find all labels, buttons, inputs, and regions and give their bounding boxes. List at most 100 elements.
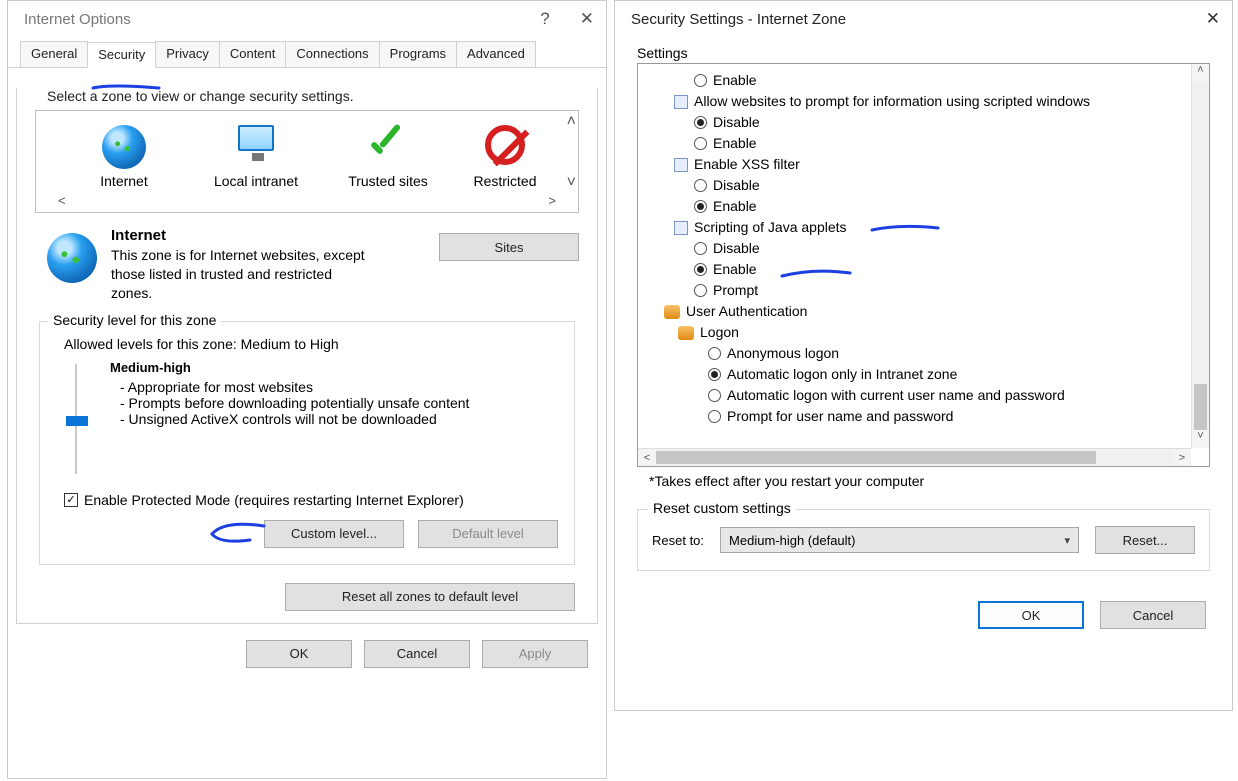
tab-security[interactable]: Security	[87, 42, 156, 68]
custom-level-button[interactable]: Custom level...	[264, 520, 404, 548]
radio-option[interactable]	[694, 200, 707, 213]
tree-row: Logon	[664, 322, 1187, 343]
group-legend: Security level for this zone	[48, 312, 221, 328]
tree-row: Enable XSS filter	[664, 154, 1187, 175]
tree-row[interactable]: Enable	[664, 70, 1187, 91]
dialog-footer: OK Cancel Apply	[8, 632, 606, 682]
sites-button[interactable]: Sites	[439, 233, 579, 261]
zone-restricted[interactable]: Restricted	[465, 125, 545, 189]
level-bullet: - Unsigned ActiveX controls will not be …	[120, 411, 469, 427]
settings-tree[interactable]: EnableAllow websites to prompt for infor…	[638, 64, 1191, 448]
zone-trusted-sites[interactable]: Trusted sites	[333, 125, 443, 189]
users-icon	[664, 305, 680, 319]
tab-content[interactable]: Content	[219, 41, 287, 67]
tree-row[interactable]: Enable	[664, 196, 1187, 217]
radio-option[interactable]	[708, 389, 721, 402]
security-level-group: Security level for this zone Allowed lev…	[39, 321, 575, 565]
tree-row[interactable]: Automatic logon only in Intranet zone	[664, 364, 1187, 385]
radio-label: Prompt for user name and password	[727, 406, 953, 427]
reset-all-zones-button[interactable]: Reset all zones to default level	[285, 583, 575, 611]
zone-internet[interactable]: Internet	[69, 125, 179, 189]
tree-row[interactable]: Enable	[664, 133, 1187, 154]
monitor-icon	[238, 125, 274, 151]
chevron-down-icon: ▾	[1064, 534, 1070, 547]
level-name: Medium-high	[110, 360, 469, 375]
globe-icon	[102, 125, 146, 169]
zone-local-intranet[interactable]: Local intranet	[201, 119, 311, 189]
dialog-title: Security Settings - Internet Zone	[631, 11, 846, 28]
scroll-down-icon[interactable]: ˅	[1192, 430, 1209, 448]
slider-thumb[interactable]	[66, 416, 88, 426]
radio-option[interactable]	[694, 137, 707, 150]
tree-row[interactable]: Automatic logon with current user name a…	[664, 385, 1187, 406]
setting-group-icon	[674, 158, 688, 172]
radio-option[interactable]	[694, 263, 707, 276]
titlebar: Security Settings - Internet Zone ✕	[615, 1, 1232, 37]
scrollbar-thumb[interactable]	[1194, 384, 1207, 430]
zone-description: This zone is for Internet websites, exce…	[111, 246, 371, 303]
security-level-slider[interactable]	[66, 364, 86, 474]
tab-connections[interactable]: Connections	[285, 41, 379, 67]
tree-row[interactable]: Prompt for user name and password	[664, 406, 1187, 427]
radio-label: Enable	[713, 196, 757, 217]
close-icon[interactable]: ✕	[580, 9, 594, 29]
cancel-button[interactable]: Cancel	[1100, 601, 1206, 629]
radio-label: Prompt	[713, 280, 758, 301]
tree-row: Scripting of Java applets	[664, 217, 1187, 238]
protected-mode-checkbox[interactable]: ✓	[64, 493, 78, 507]
reset-to-select[interactable]: Medium-high (default) ▾	[720, 527, 1079, 553]
ok-button[interactable]: OK	[978, 601, 1084, 629]
scroll-right-icon[interactable]: >	[1173, 449, 1191, 466]
tree-row[interactable]: Disable	[664, 112, 1187, 133]
ok-button[interactable]: OK	[246, 640, 352, 668]
scrollbar-thumb[interactable]	[656, 451, 1096, 464]
scroll-left-icon[interactable]: <	[638, 449, 656, 466]
zone-label: Trusted sites	[333, 173, 443, 189]
apply-button[interactable]: Apply	[482, 640, 588, 668]
tree-row[interactable]: Enable	[664, 259, 1187, 280]
zone-prompt: Select a zone to view or change security…	[47, 88, 579, 104]
scroll-left-icon[interactable]: <	[58, 193, 66, 208]
horizontal-scrollbar[interactable]: < >	[638, 448, 1191, 466]
help-icon[interactable]: ?	[540, 9, 549, 29]
radio-label: Enable	[713, 70, 757, 91]
scroll-up-icon[interactable]: ˄	[567, 115, 576, 129]
tab-programs[interactable]: Programs	[379, 41, 457, 67]
reset-button[interactable]: Reset...	[1095, 526, 1195, 554]
setting-group-label: Allow websites to prompt for information…	[694, 91, 1090, 112]
zone-name: Internet	[111, 227, 371, 244]
check-icon	[364, 125, 408, 169]
radio-option[interactable]	[694, 179, 707, 192]
setting-group-icon	[674, 95, 688, 109]
tree-row[interactable]: Prompt	[664, 280, 1187, 301]
tree-row[interactable]: Disable	[664, 175, 1187, 196]
radio-option[interactable]	[694, 284, 707, 297]
radio-option[interactable]	[708, 347, 721, 360]
tree-row[interactable]: Disable	[664, 238, 1187, 259]
radio-option[interactable]	[708, 410, 721, 423]
zone-selector: ˄ ˅ Internet Local intranet Trusted site…	[35, 110, 579, 213]
restricted-icon	[485, 125, 525, 165]
radio-label: Enable	[713, 259, 757, 280]
setting-group-label: Enable XSS filter	[694, 154, 800, 175]
radio-option[interactable]	[694, 74, 707, 87]
allowed-levels: Allowed levels for this zone: Medium to …	[64, 336, 558, 352]
vertical-scrollbar[interactable]: ˄ ˅	[1191, 64, 1209, 448]
default-level-button[interactable]: Default level	[418, 520, 558, 548]
titlebar: Internet Options ? ✕	[8, 1, 606, 37]
tree-row[interactable]: Anonymous logon	[664, 343, 1187, 364]
tab-body-security: Select a zone to view or change security…	[16, 88, 598, 624]
scroll-right-icon[interactable]: >	[548, 193, 556, 208]
scroll-up-icon[interactable]: ˄	[1192, 64, 1209, 82]
scroll-down-icon[interactable]: ˅	[567, 176, 576, 190]
radio-option[interactable]	[708, 368, 721, 381]
tab-privacy[interactable]: Privacy	[155, 41, 220, 67]
radio-option[interactable]	[694, 116, 707, 129]
radio-option[interactable]	[694, 242, 707, 255]
settings-label: Settings	[637, 45, 1232, 61]
close-icon[interactable]: ✕	[1206, 9, 1220, 29]
radio-label: Enable	[713, 133, 757, 154]
tab-advanced[interactable]: Advanced	[456, 41, 536, 67]
cancel-button[interactable]: Cancel	[364, 640, 470, 668]
tab-general[interactable]: General	[20, 41, 88, 67]
